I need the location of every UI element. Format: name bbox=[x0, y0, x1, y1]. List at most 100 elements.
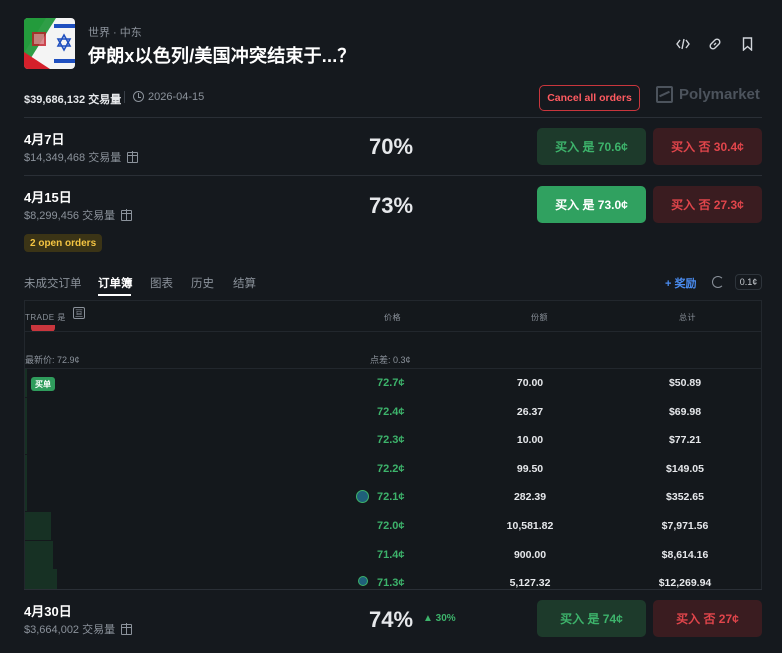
market-volume: $14,349,468 交易量 bbox=[24, 149, 139, 165]
buy-no-button[interactable]: 买入 否 27.3¢ bbox=[653, 186, 762, 223]
brand-name: Polymarket bbox=[679, 86, 760, 103]
tab-open-orders[interactable]: 未成交订单 bbox=[24, 275, 82, 291]
tab-resolution[interactable]: 结算 bbox=[233, 275, 256, 291]
polymarket-logo: Polymarket bbox=[656, 86, 760, 103]
end-date: 2026-04-15 bbox=[148, 91, 205, 103]
my-order-icon[interactable] bbox=[358, 576, 368, 587]
market-percent: 70% bbox=[369, 134, 414, 159]
order-book: TRADE 是 亘 价格 份额 总计 最新价: 72.9¢ 点差: 0.3¢ 7… bbox=[24, 300, 762, 590]
bid-shares: 99.50 bbox=[516, 462, 544, 475]
bid-price: 72.4¢ bbox=[377, 405, 405, 418]
bid-total: $352.65 bbox=[666, 491, 704, 504]
bid-total: $12,269.94 bbox=[658, 577, 712, 590]
active-tab-indicator bbox=[98, 294, 131, 296]
gift-icon bbox=[121, 622, 133, 635]
bid-shares: 282.39 bbox=[513, 491, 547, 504]
depth-bar bbox=[25, 540, 53, 569]
market-volume-text: $14,349,468 交易量 bbox=[24, 152, 122, 164]
divider bbox=[24, 589, 762, 590]
last-price: 最新价: 72.9¢ bbox=[25, 355, 80, 365]
bookmark-icon[interactable] bbox=[737, 34, 757, 54]
tab-order-book[interactable]: 订单簿 bbox=[98, 275, 133, 291]
divider bbox=[25, 331, 761, 332]
market-flag-image bbox=[24, 18, 75, 69]
bid-shares: 70.00 bbox=[516, 377, 544, 389]
my-order-icon[interactable] bbox=[356, 490, 369, 504]
bid-list: 72.7¢ 70.00 $50.89 72.4¢ 26.37 $69.98 72.3¢ 10.… bbox=[25, 369, 761, 590]
bid-row[interactable]: 72.0¢ 10,581.82 $7,971.56 bbox=[25, 512, 761, 540]
tab-history[interactable]: 历史 bbox=[191, 275, 214, 291]
buy-yes-button[interactable]: 买入 是 70.6¢ bbox=[537, 128, 646, 165]
tab-chart[interactable]: 图表 bbox=[150, 275, 173, 291]
polymarket-logo-icon bbox=[656, 86, 673, 103]
total-volume: $39,686,132 交易量 bbox=[24, 94, 122, 106]
market-date[interactable]: 4月7日 bbox=[24, 129, 64, 148]
gift-icon bbox=[121, 208, 133, 221]
bid-shares: 26.37 bbox=[516, 405, 544, 418]
bid-row[interactable]: 72.2¢ 99.50 $149.05 bbox=[25, 454, 761, 483]
buy-no-button[interactable]: 买入 否 30.4¢ bbox=[653, 128, 762, 165]
bid-price: 72.7¢ bbox=[377, 377, 405, 389]
refresh-icon[interactable] bbox=[712, 276, 724, 288]
depth-bar bbox=[25, 369, 27, 397]
price-change: ▲ 30% bbox=[423, 613, 456, 624]
bid-shares: 900.00 bbox=[513, 548, 547, 561]
link-icon[interactable] bbox=[705, 34, 725, 54]
breadcrumb[interactable]: 世界 · 中东 bbox=[88, 24, 142, 40]
bid-price: 71.4¢ bbox=[377, 548, 405, 561]
market-date[interactable]: 4月15日 bbox=[24, 187, 72, 206]
market-volume-text: $3,664,002 交易量 bbox=[24, 624, 116, 636]
bid-row[interactable]: 71.4¢ 900.00 $8,614.16 bbox=[25, 540, 761, 569]
market-percent: 73% bbox=[369, 193, 414, 218]
market-volume: $3,664,002 交易量 bbox=[24, 621, 133, 637]
bid-price: 72.1¢ bbox=[377, 491, 405, 504]
switch-outcome-icon[interactable]: 亘 bbox=[73, 307, 85, 319]
clock-icon bbox=[133, 91, 144, 102]
market-percent: 74% bbox=[369, 607, 414, 632]
reward-button[interactable]: + 奖励 bbox=[665, 275, 696, 291]
bids-badge: 买单 bbox=[31, 377, 55, 391]
trade-side-label: TRADE 是 bbox=[25, 313, 66, 322]
depth-bar bbox=[25, 426, 27, 455]
bid-row[interactable]: 72.7¢ 70.00 $50.89 bbox=[25, 369, 761, 397]
bid-row[interactable]: 71.3¢ 5,127.32 $12,269.94 bbox=[25, 569, 761, 590]
bid-price: 72.0¢ bbox=[377, 520, 405, 532]
depth-bar bbox=[25, 454, 27, 483]
bid-price: 72.2¢ bbox=[377, 462, 405, 475]
page-title: 伊朗x以色列/美国冲突结束于...？ bbox=[88, 46, 356, 66]
buy-yes-button[interactable]: 买入 是 73.0¢ bbox=[537, 186, 646, 223]
bid-price: 72.3¢ bbox=[377, 434, 405, 447]
bid-total: $8,614.16 bbox=[661, 548, 709, 561]
market-date[interactable]: 4月30日 bbox=[24, 601, 72, 620]
column-header-shares: 份额 bbox=[531, 313, 548, 322]
bid-shares: 10,581.82 bbox=[506, 520, 554, 532]
depth-bar bbox=[25, 483, 27, 512]
buy-yes-button[interactable]: 买入 是 74¢ bbox=[537, 600, 646, 637]
bid-total: $50.89 bbox=[668, 377, 702, 389]
market-volume: $8,299,456 交易量 bbox=[24, 207, 133, 223]
depth-bar bbox=[25, 397, 27, 426]
tick-size-select[interactable]: 0.1¢ bbox=[735, 274, 762, 290]
cancel-all-orders-button[interactable]: Cancel all orders bbox=[539, 85, 640, 111]
bid-shares: 5,127.32 bbox=[509, 577, 551, 590]
buy-no-button[interactable]: 买入 否 27¢ bbox=[653, 600, 762, 637]
bid-row[interactable]: 72.1¢ 282.39 $352.65 bbox=[25, 483, 761, 512]
bid-row[interactable]: 72.3¢ 10.00 $77.21 bbox=[25, 426, 761, 455]
gift-icon bbox=[127, 150, 139, 163]
divider bbox=[24, 117, 762, 118]
bid-total: $149.05 bbox=[666, 462, 704, 475]
open-orders-badge[interactable]: 2 open orders bbox=[24, 234, 103, 252]
divider bbox=[24, 175, 762, 176]
column-header-price: 价格 bbox=[384, 313, 401, 322]
column-header-total: 总计 bbox=[679, 313, 696, 322]
spread: 点差: 0.3¢ bbox=[370, 355, 411, 365]
depth-bar bbox=[25, 569, 57, 589]
bid-row[interactable]: 72.4¢ 26.37 $69.98 bbox=[25, 397, 761, 426]
embed-code-icon[interactable] bbox=[673, 34, 693, 54]
divider bbox=[124, 91, 125, 103]
bid-price: 71.3¢ bbox=[377, 577, 405, 590]
bid-total: $77.21 bbox=[668, 434, 702, 447]
market-volume-text: $8,299,456 交易量 bbox=[24, 210, 116, 222]
depth-bar bbox=[25, 512, 51, 540]
bid-total: $69.98 bbox=[668, 405, 702, 418]
